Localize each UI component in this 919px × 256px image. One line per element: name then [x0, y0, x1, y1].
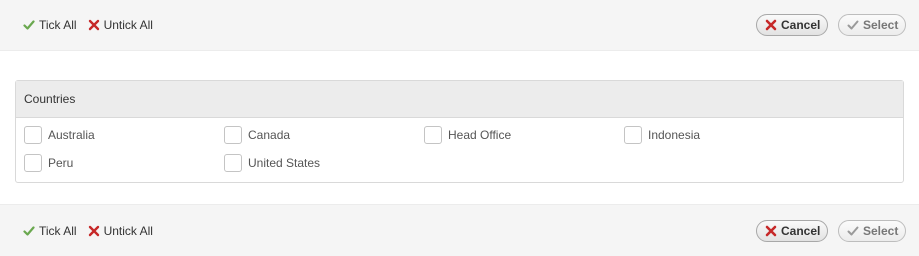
cross-icon — [87, 224, 101, 238]
toolbar-left: Tick All Untick All — [22, 224, 163, 238]
toolbar-right: Cancel Select — [756, 219, 906, 242]
option-label: Canada — [248, 128, 291, 142]
option-australia[interactable]: Australia — [24, 126, 95, 144]
untick-all-button[interactable]: Untick All — [87, 224, 153, 238]
tick-all-label: Tick All — [39, 18, 77, 32]
cancel-label: Cancel — [781, 223, 821, 238]
toolbar-right: Cancel Select — [756, 14, 906, 36]
tick-all-button[interactable]: Tick All — [22, 224, 77, 238]
toolbar-left: Tick All Untick All — [22, 18, 163, 32]
cross-icon — [765, 18, 777, 32]
countries-panel: Countries Australia Canada Head Office I… — [15, 80, 904, 183]
cancel-button[interactable]: Cancel — [756, 219, 828, 242]
checkbox[interactable] — [224, 126, 242, 144]
checkbox[interactable] — [224, 154, 242, 172]
option-label: Australia — [48, 128, 95, 142]
panel-title: Countries — [16, 81, 903, 118]
checkbox[interactable] — [624, 126, 642, 144]
cancel-label: Cancel — [781, 18, 821, 32]
option-canada[interactable]: Canada — [224, 126, 290, 144]
option-label: Head Office — [448, 128, 512, 142]
option-head-office[interactable]: Head Office — [424, 126, 511, 144]
tick-all-label: Tick All — [39, 223, 77, 238]
option-united-states[interactable]: United States — [224, 154, 320, 172]
select-label: Select — [863, 18, 899, 32]
checkbox[interactable] — [24, 126, 42, 144]
check-icon — [847, 224, 859, 238]
bottom-toolbar: Tick All Untick All Cancel Select — [0, 204, 919, 256]
option-indonesia[interactable]: Indonesia — [624, 126, 700, 144]
option-peru[interactable]: Peru — [24, 154, 73, 172]
top-toolbar: Tick All Untick All Cancel Select — [0, 0, 919, 51]
checkbox[interactable] — [424, 126, 442, 144]
tick-all-button[interactable]: Tick All — [22, 18, 77, 32]
checkbox[interactable] — [24, 154, 42, 172]
cancel-button[interactable]: Cancel — [756, 14, 828, 36]
untick-all-label: Untick All — [103, 18, 153, 32]
select-label: Select — [863, 223, 899, 238]
cross-icon — [765, 224, 777, 238]
untick-all-label: Untick All — [103, 223, 153, 238]
option-label: United States — [248, 156, 321, 170]
untick-all-button[interactable]: Untick All — [87, 18, 153, 32]
option-label: Indonesia — [648, 128, 701, 142]
check-icon — [847, 18, 859, 32]
check-icon — [22, 224, 36, 238]
select-button[interactable]: Select — [838, 219, 906, 242]
option-label: Peru — [48, 156, 74, 170]
check-icon — [22, 18, 36, 32]
options-grid: Australia Canada Head Office Indonesia P… — [16, 118, 903, 182]
select-button[interactable]: Select — [838, 14, 906, 36]
cross-icon — [87, 18, 101, 32]
